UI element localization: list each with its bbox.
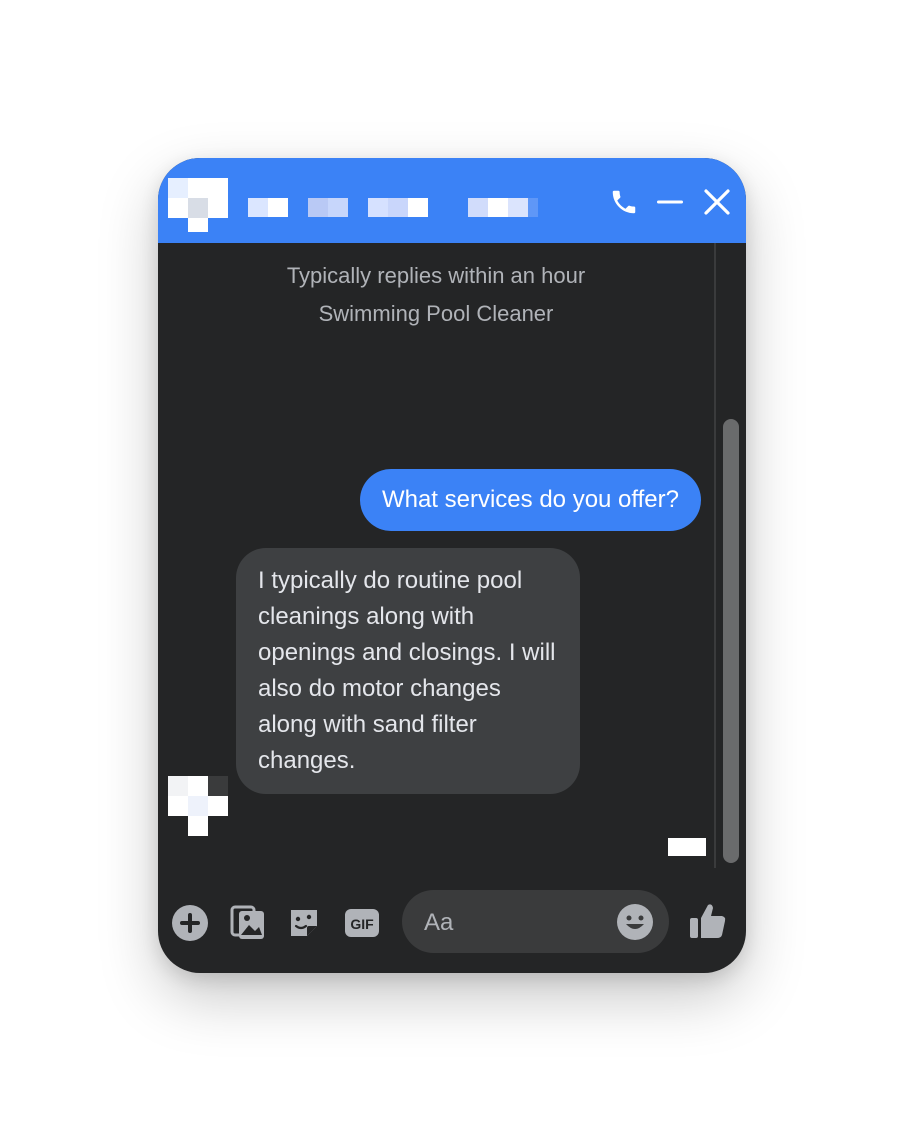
minimize-icon[interactable] (652, 184, 688, 220)
chat-header (158, 158, 746, 243)
thread-divider (714, 243, 716, 868)
message-composer (402, 890, 669, 955)
thumbs-up-icon[interactable] (688, 901, 728, 941)
message-thread: Typically replies within an hour Swimmin… (158, 243, 746, 883)
sender-avatar[interactable] (168, 776, 230, 836)
reply-time-info: Typically replies within an hour (286, 263, 586, 288)
contact-avatar[interactable] (168, 178, 228, 238)
svg-text:GIF: GIF (350, 916, 374, 932)
sticker-icon[interactable] (284, 903, 324, 943)
contact-name[interactable] (248, 198, 548, 218)
close-icon[interactable] (699, 184, 735, 220)
incoming-message[interactable]: I typically do routine pool cleanings al… (236, 548, 580, 794)
seen-indicator (668, 838, 706, 856)
emoji-icon[interactable] (616, 903, 654, 941)
chat-window: Typically replies within an hour Swimmin… (158, 158, 746, 973)
composer-bar: GIF (158, 883, 746, 973)
plus-icon[interactable] (170, 903, 210, 943)
scrollbar-thumb[interactable] (723, 419, 739, 863)
outgoing-message[interactable]: What services do you offer? (359, 469, 701, 531)
photo-icon[interactable] (228, 903, 268, 943)
gif-icon[interactable]: GIF (342, 903, 382, 943)
phone-icon[interactable] (606, 184, 642, 220)
message-input[interactable] (422, 890, 606, 955)
business-category: Swimming Pool Cleaner (318, 301, 554, 326)
